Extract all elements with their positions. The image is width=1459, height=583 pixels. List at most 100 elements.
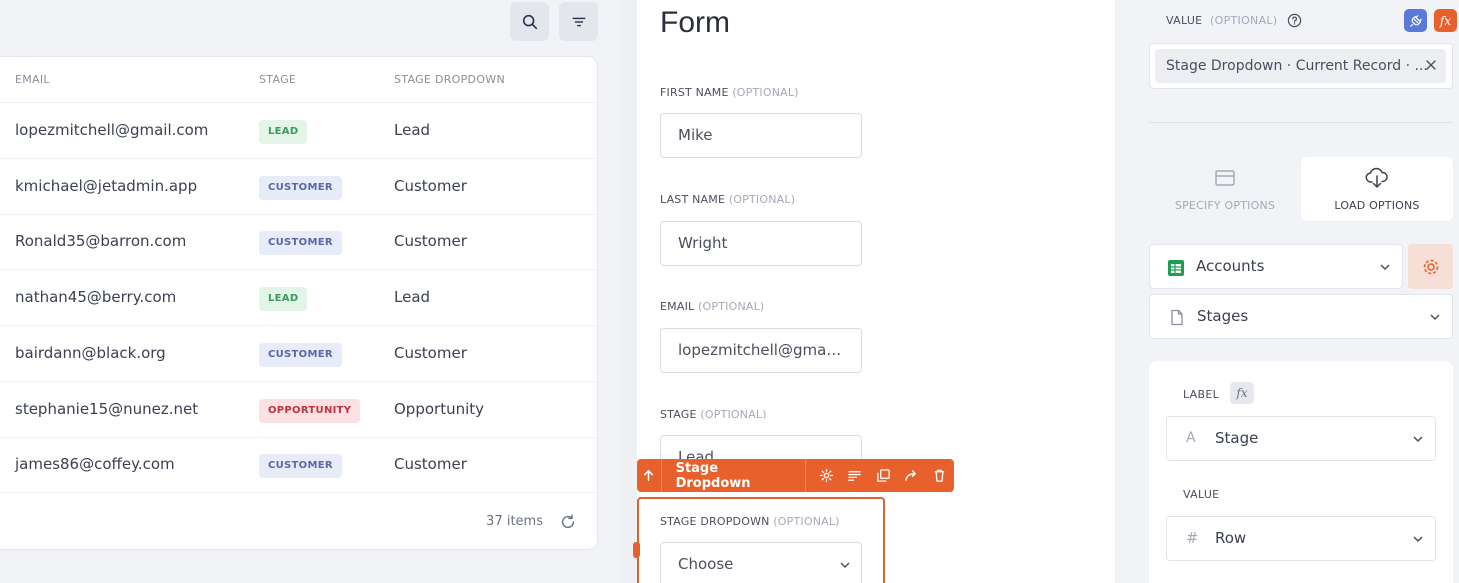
- refresh-icon[interactable]: [559, 513, 577, 531]
- chevron-down-icon: [1430, 314, 1440, 321]
- cell-email: lopezmitchell@gmail.com: [15, 121, 209, 139]
- plugin-button[interactable]: [1404, 9, 1427, 32]
- table-row[interactable]: Ronald35@barron.com CUSTOMER Customer: [0, 214, 597, 271]
- value-chip-text: Stage Dropdown · Current Record · ...: [1166, 58, 1428, 74]
- delete-button[interactable]: [926, 459, 954, 492]
- collection-value: Stages: [1197, 307, 1249, 325]
- number-type-icon: #: [1186, 529, 1199, 547]
- form-title: Form: [660, 6, 730, 39]
- cell-email: nathan45@berry.com: [15, 288, 177, 307]
- duplicate-button[interactable]: [869, 459, 897, 492]
- close-icon[interactable]: [1425, 59, 1437, 71]
- cell-email: stephanie15@nunez.net: [15, 399, 199, 418]
- value-input[interactable]: Stage Dropdown · Current Record · ...: [1149, 43, 1453, 89]
- collection-select[interactable]: Stages: [1149, 294, 1453, 339]
- text-type-icon: A: [1186, 430, 1196, 446]
- value-chip[interactable]: Stage Dropdown · Current Record · ...: [1155, 49, 1446, 83]
- status-badge: LEAD: [259, 120, 308, 144]
- selected-component-outline[interactable]: STAGE DROPDOWN (OPTIONAL) Choose: [633, 497, 885, 583]
- filter-icon: [572, 17, 585, 26]
- email-label: EMAIL (OPTIONAL): [660, 300, 765, 313]
- cell-stage-dropdown: Customer: [394, 176, 467, 195]
- align-left-icon: [848, 471, 862, 481]
- table-header: EMAIL STAGE STAGE DROPDOWN: [0, 57, 597, 103]
- status-badge: CUSTOMER: [259, 231, 342, 256]
- cell-stage-dropdown: Customer: [394, 343, 467, 362]
- resource-select[interactable]: Accounts: [1149, 244, 1403, 289]
- copy-icon: [876, 469, 890, 482]
- email-input[interactable]: lopezmitchell@gmail...: [660, 328, 862, 373]
- chevron-down-icon: [840, 562, 850, 569]
- label-field-value: Stage: [1215, 429, 1259, 447]
- status-badge: CUSTOMER: [259, 342, 342, 367]
- cell-email: kmichael@jetadmin.app: [15, 176, 198, 195]
- label-formula-button[interactable]: fx: [1230, 382, 1254, 404]
- table-row[interactable]: bairdann@black.org CUSTOMER Customer: [0, 326, 597, 382]
- help-icon[interactable]: [1287, 13, 1302, 28]
- form-canvas: Form FIRST NAME (OPTIONAL) Mike LAST NAM…: [633, 0, 1115, 583]
- cell-email: Ronald35@barron.com: [15, 232, 187, 251]
- status-badge: LEAD: [259, 287, 308, 312]
- table-row[interactable]: nathan45@berry.com LEAD Lead: [0, 270, 597, 327]
- cell-stage-dropdown: Lead: [394, 121, 431, 139]
- label-field-label: LABEL: [1183, 388, 1220, 401]
- resize-handle[interactable]: [633, 542, 640, 558]
- search-icon: [522, 14, 537, 29]
- status-badge: CUSTOMER: [259, 454, 342, 479]
- value-field-value: Row: [1215, 529, 1247, 547]
- formula-button[interactable]: fx: [1434, 9, 1457, 32]
- tab-specify-options[interactable]: SPECIFY OPTIONS: [1149, 157, 1301, 221]
- status-badge: OPPORTUNITY: [259, 398, 361, 423]
- tab-load-label: LOAD OPTIONS: [1334, 199, 1420, 212]
- stage-dropdown-label: STAGE DROPDOWN (OPTIONAL): [660, 515, 840, 528]
- value-label: VALUE (OPTIONAL): [1166, 14, 1278, 27]
- value-field-select[interactable]: # Row: [1166, 516, 1436, 561]
- column-header-stage[interactable]: STAGE: [259, 73, 296, 86]
- cell-email: james86@coffey.com: [15, 455, 175, 474]
- plug-icon: [1409, 14, 1422, 27]
- cell-stage-dropdown: Lead: [394, 288, 431, 307]
- settings-button[interactable]: [813, 459, 841, 492]
- gear-icon: [1423, 259, 1438, 274]
- status-badge: CUSTOMER: [259, 175, 342, 200]
- stage-label: STAGE (OPTIONAL): [660, 408, 767, 421]
- file-icon: [1171, 309, 1183, 326]
- component-toolbar: Stage Dropdown: [637, 459, 954, 492]
- table-row[interactable]: lopezmitchell@gmail.com LEAD Lead: [0, 103, 597, 159]
- table-row[interactable]: james86@coffey.com CUSTOMER Customer: [0, 437, 597, 494]
- column-header-email[interactable]: EMAIL: [15, 73, 50, 86]
- filter-button[interactable]: [559, 2, 598, 41]
- cell-email: bairdann@black.org: [15, 343, 166, 362]
- google-sheets-icon: [1168, 260, 1184, 276]
- label-field-select[interactable]: A Stage: [1166, 416, 1436, 461]
- align-button[interactable]: [841, 459, 869, 492]
- arrow-up-icon: [644, 470, 654, 481]
- select-parent-button[interactable]: [637, 459, 662, 492]
- share-arrow-icon: [905, 470, 916, 481]
- resource-value: Accounts: [1196, 257, 1265, 275]
- first-name-input[interactable]: Mike: [660, 113, 862, 158]
- trash-icon: [935, 469, 945, 482]
- stage-dropdown-value: Choose: [678, 555, 734, 573]
- last-name-input[interactable]: Wright: [660, 221, 862, 266]
- gear-icon: [819, 468, 834, 483]
- properties-panel: VALUE (OPTIONAL) fx Stage Dropdown · Cur…: [1116, 0, 1459, 583]
- column-header-stage-dropdown[interactable]: STAGE DROPDOWN: [394, 73, 505, 86]
- items-count: 37 items: [486, 514, 543, 529]
- first-name-label: FIRST NAME (OPTIONAL): [660, 86, 799, 99]
- tab-load-options[interactable]: LOAD OPTIONS: [1301, 157, 1453, 221]
- table-row[interactable]: stephanie15@nunez.net OPPORTUNITY Opportun…: [0, 382, 597, 438]
- mapping-card: LABEL fx A Stage VALUE # Row: [1149, 361, 1453, 583]
- section-divider: [1149, 122, 1453, 123]
- table-row[interactable]: kmichael@jetadmin.app CUSTOMER Customer: [0, 159, 597, 215]
- card-icon: [1215, 170, 1235, 186]
- stage-dropdown-select[interactable]: Choose: [660, 542, 862, 583]
- resource-settings-button[interactable]: [1408, 244, 1453, 289]
- cell-stage-dropdown: Customer: [394, 232, 467, 251]
- chevron-down-icon: [1380, 264, 1390, 271]
- cell-stage-dropdown: Opportunity: [394, 399, 485, 418]
- search-button[interactable]: [510, 2, 549, 41]
- panel-divider: [620, 0, 638, 583]
- move-button[interactable]: [897, 459, 925, 492]
- last-name-label: LAST NAME (OPTIONAL): [660, 193, 796, 206]
